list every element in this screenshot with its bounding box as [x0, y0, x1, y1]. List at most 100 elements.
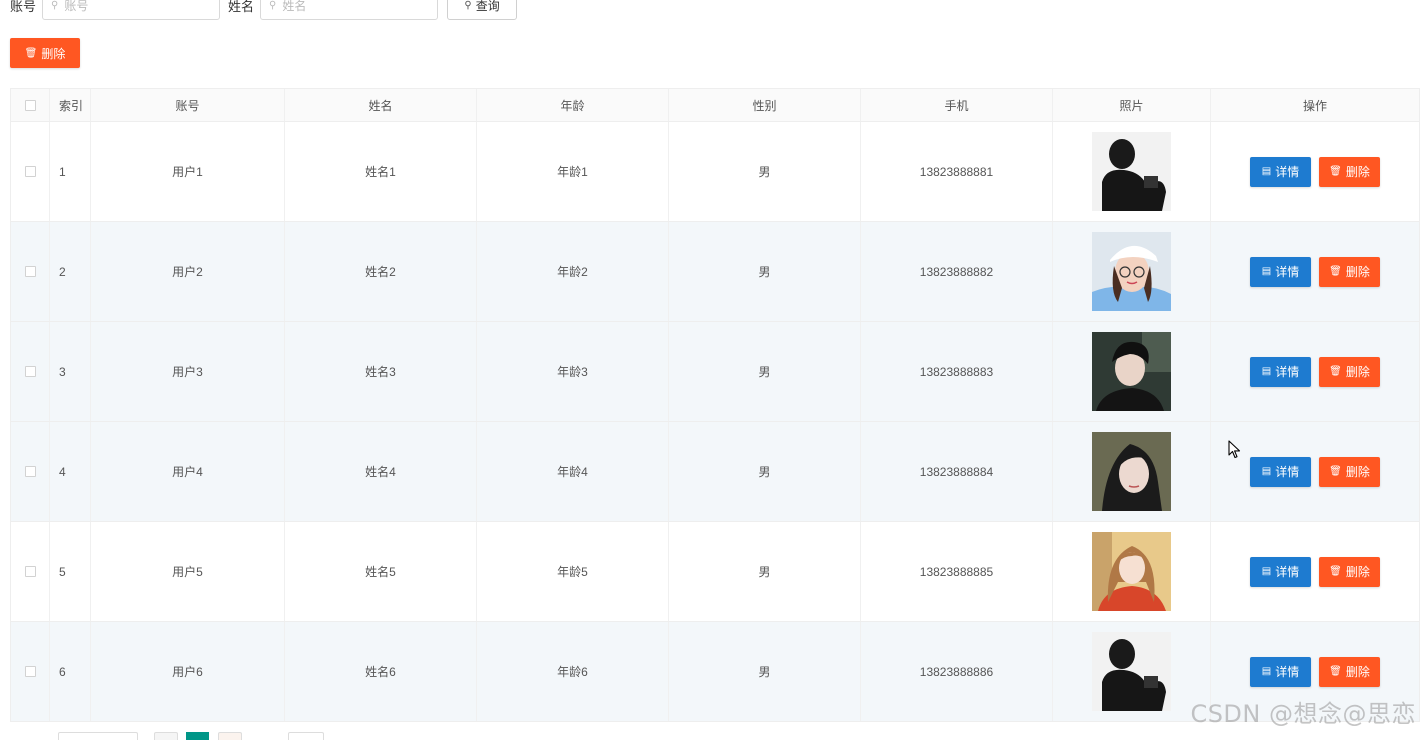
row-checkbox[interactable] — [24, 366, 36, 377]
bulk-delete-button[interactable]: 🗑 删除 — [10, 38, 80, 68]
name-placeholder: 姓名 — [282, 0, 307, 13]
search-bar: 账号 ⚲ 账号 姓名 ⚲ 姓名 ⚲ 查询 — [0, 0, 518, 20]
row-age: 年龄1 — [477, 122, 669, 221]
row-account: 用户6 — [91, 622, 285, 721]
trash-icon: 🗑 — [1329, 366, 1342, 377]
table-row: 3 用户3 姓名3 年龄3 男 13823888883 ▤ 详情 🗑 删除 — [10, 322, 1420, 422]
row-gender: 男 — [669, 322, 861, 421]
row-account: 用户3 — [91, 322, 285, 421]
user-table: 索引 账号 姓名 年龄 性别 手机 照片 操作 1 用户1 姓名1 年龄1 男 … — [10, 88, 1420, 722]
row-phone: 13823888883 — [861, 322, 1053, 421]
table-row: 4 用户4 姓名4 年龄4 男 13823888884 ▤ 详情 🗑 删除 — [10, 422, 1420, 522]
row-checkbox[interactable] — [24, 466, 36, 477]
name-search-input[interactable]: ⚲ 姓名 — [260, 0, 439, 20]
table-row: 2 用户2 姓名2 年龄2 男 13823888882 ▤ 详情 🗑 删除 — [10, 222, 1420, 322]
document-icon: ▤ — [1261, 466, 1272, 477]
mouse-cursor-icon — [1228, 440, 1242, 465]
query-button[interactable]: ⚲ 查询 — [447, 0, 518, 20]
document-icon: ▤ — [1261, 166, 1272, 177]
row-age: 年龄2 — [477, 222, 669, 321]
bulk-delete-label: 删除 — [41, 46, 66, 61]
delete-button[interactable]: 🗑 删除 — [1319, 356, 1380, 387]
row-phone: 13823888884 — [861, 422, 1053, 521]
delete-button[interactable]: 🗑 删除 — [1319, 256, 1380, 287]
detail-button[interactable]: ▤ 详情 — [1250, 556, 1311, 587]
detail-button[interactable]: ▤ 详情 — [1250, 256, 1311, 287]
detail-button[interactable]: ▤ 详情 — [1250, 156, 1311, 187]
row-checkbox[interactable] — [24, 166, 36, 177]
header-select-all[interactable] — [10, 89, 50, 121]
next-page-button[interactable] — [218, 732, 242, 740]
row-gender: 男 — [669, 522, 861, 621]
young-man-photo[interactable] — [1092, 332, 1171, 411]
page-size-select[interactable] — [58, 732, 138, 740]
name-label: 姓名 — [228, 0, 255, 14]
row-age: 年龄3 — [477, 322, 669, 421]
search-icon: ⚲ — [51, 0, 59, 11]
row-index: 6 — [50, 622, 91, 721]
row-index: 2 — [50, 222, 91, 321]
row-index: 5 — [50, 522, 91, 621]
pagination — [0, 726, 400, 740]
select-all-checkbox[interactable] — [24, 99, 36, 111]
document-icon: ▤ — [1261, 366, 1272, 377]
woman-dark-hair-photo[interactable] — [1092, 432, 1171, 511]
woman-red-shirt-photo[interactable] — [1092, 532, 1171, 611]
table-row: 5 用户5 姓名5 年龄5 男 13823888885 ▤ 详情 🗑 删除 — [10, 522, 1420, 622]
delete-button[interactable]: 🗑 删除 — [1319, 656, 1380, 687]
row-name: 姓名4 — [285, 422, 477, 521]
header-actions: 操作 — [1211, 89, 1420, 121]
row-phone: 13823888885 — [861, 522, 1053, 621]
trash-icon: 🗑 — [1329, 166, 1342, 177]
header-index: 索引 — [50, 89, 91, 121]
header-account: 账号 — [91, 89, 285, 121]
trash-icon: 🗑 — [1329, 466, 1342, 477]
row-checkbox[interactable] — [24, 666, 36, 677]
header-gender: 性别 — [669, 89, 861, 121]
woman-cap-glasses-photo[interactable] — [1092, 232, 1171, 311]
trash-icon: 🗑 — [24, 47, 38, 59]
row-gender: 男 — [669, 622, 861, 721]
document-icon: ▤ — [1261, 566, 1272, 577]
row-name: 姓名2 — [285, 222, 477, 321]
row-account: 用户2 — [91, 222, 285, 321]
detail-button[interactable]: ▤ 详情 — [1250, 356, 1311, 387]
row-account: 用户4 — [91, 422, 285, 521]
current-page-button[interactable] — [186, 732, 209, 740]
row-checkbox[interactable] — [24, 566, 36, 577]
delete-button[interactable]: 🗑 删除 — [1319, 556, 1380, 587]
account-search-input[interactable]: ⚲ 账号 — [42, 0, 221, 20]
row-index: 1 — [50, 122, 91, 221]
row-index: 3 — [50, 322, 91, 421]
man-silhouette-photo[interactable] — [1092, 632, 1171, 711]
query-button-label: 查询 — [475, 0, 500, 13]
search-icon: ⚲ — [269, 0, 277, 11]
row-name: 姓名5 — [285, 522, 477, 621]
table-header: 索引 账号 姓名 年龄 性别 手机 照片 操作 — [10, 89, 1420, 122]
watermark: CSDN @想念@思恋 — [1190, 700, 1416, 728]
prev-page-button[interactable] — [154, 732, 178, 740]
row-checkbox[interactable] — [24, 266, 36, 277]
detail-button[interactable]: ▤ 详情 — [1250, 456, 1311, 487]
row-age: 年龄6 — [477, 622, 669, 721]
page-jump-input[interactable] — [288, 732, 324, 740]
document-icon: ▤ — [1261, 266, 1272, 277]
account-label: 账号 — [10, 0, 37, 14]
row-gender: 男 — [669, 422, 861, 521]
row-account: 用户1 — [91, 122, 285, 221]
row-name: 姓名1 — [285, 122, 477, 221]
row-index: 4 — [50, 422, 91, 521]
header-name: 姓名 — [285, 89, 477, 121]
man-silhouette-photo[interactable] — [1092, 132, 1171, 211]
account-placeholder: 账号 — [64, 0, 89, 13]
row-gender: 男 — [669, 122, 861, 221]
detail-button[interactable]: ▤ 详情 — [1250, 656, 1311, 687]
trash-icon: 🗑 — [1329, 266, 1342, 277]
delete-button[interactable]: 🗑 删除 — [1319, 456, 1380, 487]
search-icon: ⚲ — [464, 0, 472, 11]
row-phone: 13823888882 — [861, 222, 1053, 321]
row-account: 用户5 — [91, 522, 285, 621]
document-icon: ▤ — [1261, 666, 1272, 677]
row-age: 年龄4 — [477, 422, 669, 521]
delete-button[interactable]: 🗑 删除 — [1319, 156, 1380, 187]
